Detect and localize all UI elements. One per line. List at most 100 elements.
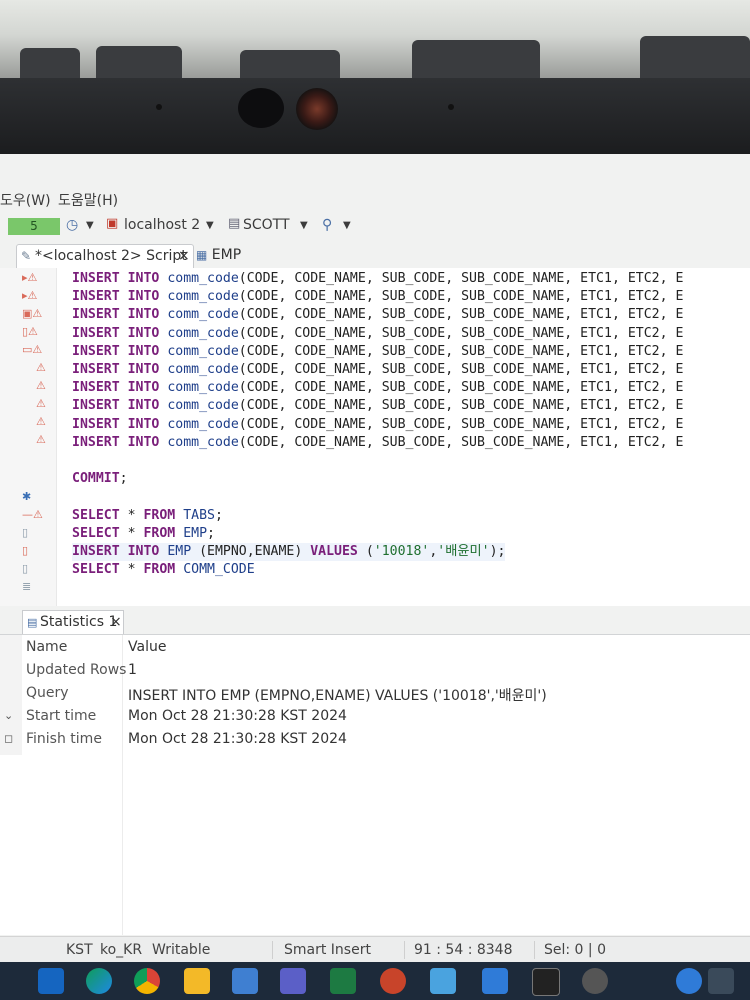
statistics-table: ⌄ ◻ Name Value Updated Rows 1 Query INSE…	[0, 635, 750, 935]
document-icon: ≣	[22, 580, 32, 593]
outlook-icon[interactable]	[38, 968, 64, 994]
code-line: INSERT INTO EMP (EMPNO,ENAME) VALUES ('1…	[72, 543, 506, 561]
dbeaver-icon[interactable]	[582, 968, 608, 994]
background-room	[0, 0, 750, 78]
header-value: Value	[128, 639, 167, 655]
status-locale: ko_KR	[100, 942, 143, 958]
tab-emp[interactable]: ▦ EMP	[196, 247, 241, 263]
code-line: INSERT INTO comm_code(CODE, CODE_NAME, S…	[72, 343, 684, 359]
edge-icon[interactable]	[86, 968, 112, 994]
app-icon[interactable]	[482, 968, 508, 994]
header-name: Name	[26, 639, 68, 655]
menu-window[interactable]: 도우(W)	[0, 190, 51, 210]
editor-tab-bar: ✎ *<localhost 2> Script × ▦ EMP	[0, 244, 750, 269]
teams-icon[interactable]	[280, 968, 306, 994]
warning-icon: ⚠	[36, 379, 46, 392]
terminal-icon[interactable]	[532, 968, 560, 996]
close-icon[interactable]: ×	[110, 614, 122, 630]
row-name: Start time	[26, 708, 97, 724]
status-selection: Sel: 0 | 0	[544, 942, 606, 958]
chevron-down-icon[interactable]: ▼	[206, 220, 214, 231]
status-position: 91 : 54 : 8348	[414, 942, 513, 958]
tab-script-label: *<localhost 2> Script	[35, 248, 187, 264]
sensor-dot	[448, 104, 454, 110]
code-area[interactable]: INSERT INTO comm_code(CODE, CODE_NAME, S…	[72, 268, 750, 606]
warning-icon: ▸⚠	[22, 289, 38, 302]
webcam-lens-icon	[296, 88, 338, 130]
os-taskbar	[0, 962, 750, 1000]
sql-editor[interactable]: ▸⚠ ▸⚠ ▣⚠ ▯⚠ ▭⚠ ⚠ ⚠ ⚠ ⚠ ⚠ ✱ —⚠ ▯ ▯ ▯ ≣ IN…	[0, 268, 750, 711]
code-line: COMMIT;	[72, 471, 128, 487]
row-name: Updated Rows	[26, 662, 127, 678]
chevron-down-icon[interactable]: ▼	[86, 220, 94, 231]
statistics-icon: ▤	[27, 616, 38, 629]
script-icon: ✎	[21, 249, 32, 263]
warning-icon: ⚠	[36, 433, 46, 446]
connection-selector[interactable]: localhost 2	[124, 217, 200, 233]
code-line: SELECT * FROM EMP;	[72, 525, 215, 541]
table-icon: ▦	[196, 248, 208, 262]
document-error-icon: ▯	[22, 544, 29, 557]
row-name: Finish time	[26, 731, 102, 747]
onedrive-icon[interactable]	[676, 968, 702, 994]
row-value: 1	[128, 662, 137, 678]
code-line: INSERT INTO comm_code(CODE, CODE_NAME, S…	[72, 380, 684, 396]
warning-icon: —⚠	[22, 508, 43, 521]
schema-selector[interactable]: SCOTT	[243, 217, 290, 233]
warning-icon: ⚠	[36, 397, 46, 410]
divider	[534, 941, 535, 959]
tab-statistics-label: Statistics 1	[40, 614, 118, 630]
code-line: INSERT INTO comm_code(CODE, CODE_NAME, S…	[72, 289, 684, 305]
chrome-icon[interactable]	[134, 968, 160, 994]
app-icon[interactable]	[232, 968, 258, 994]
chair-shape	[412, 40, 540, 78]
chair-shape	[240, 50, 340, 78]
hwp-icon[interactable]	[430, 968, 456, 994]
powerpoint-icon[interactable]	[380, 968, 406, 994]
status-timezone: KST	[66, 942, 93, 958]
excel-icon[interactable]	[330, 968, 356, 994]
document-icon: ▯	[22, 562, 29, 575]
panel-icon[interactable]: ◻	[4, 732, 13, 745]
status-mode: Writable	[152, 942, 211, 958]
code-line: SELECT * FROM COMM_CODE	[72, 562, 255, 578]
code-line: INSERT INTO comm_code(CODE, CODE_NAME, S…	[72, 434, 684, 450]
warning-icon: ▭⚠	[22, 343, 43, 356]
sensor-dot	[156, 104, 162, 110]
document-icon: ▯	[22, 526, 29, 539]
warning-icon: ▣⚠	[22, 307, 43, 320]
menu-help[interactable]: 도움말(H)	[58, 190, 118, 210]
row-value: Mon Oct 28 21:30:28 KST 2024	[128, 731, 347, 747]
row-value: Mon Oct 28 21:30:28 KST 2024	[128, 708, 347, 724]
gear-icon: ✱	[22, 490, 32, 503]
tab-statistics[interactable]: ▤ Statistics 1 ×	[22, 610, 124, 634]
screen-snip-icon[interactable]	[708, 968, 734, 994]
chevron-down-icon[interactable]: ⌄	[4, 709, 13, 722]
divider	[272, 941, 273, 959]
chair-shape	[96, 46, 182, 78]
webcam-cover-icon	[238, 88, 284, 128]
status-bar: KST ko_KR Writable Smart Insert 91 : 54 …	[0, 936, 750, 962]
chevron-down-icon[interactable]: ▼	[343, 220, 351, 231]
tab-script[interactable]: ✎ *<localhost 2> Script ×	[16, 244, 194, 268]
laptop-bezel	[0, 78, 750, 156]
column-divider	[122, 635, 123, 935]
results-tab-bar: ▤ Statistics 1 ×	[0, 610, 750, 635]
editor-gutter: ▸⚠ ▸⚠ ▣⚠ ▯⚠ ▭⚠ ⚠ ⚠ ⚠ ⚠ ⚠ ✱ —⚠ ▯ ▯ ▯ ≣	[0, 268, 57, 606]
side-toolbar: ⌄ ◻	[0, 635, 22, 755]
search-icon[interactable]: ⚲	[322, 217, 332, 233]
file-explorer-icon[interactable]	[184, 968, 210, 994]
code-line: INSERT INTO comm_code(CODE, CODE_NAME, S…	[72, 271, 684, 286]
chair-shape	[20, 48, 80, 78]
code-line: INSERT INTO comm_code(CODE, CODE_NAME, S…	[72, 398, 684, 414]
database-icon: ▣	[106, 216, 119, 231]
code-line: INSERT INTO comm_code(CODE, CODE_NAME, S…	[72, 362, 684, 377]
history-icon[interactable]: ◷	[66, 217, 78, 233]
chevron-down-icon[interactable]: ▼	[300, 220, 308, 231]
transaction-count-badge[interactable]: 5	[8, 218, 60, 235]
schema-icon: ▤	[228, 216, 241, 231]
row-name: Query	[26, 685, 69, 701]
warning-icon: ⚠	[36, 361, 46, 374]
status-insert-mode: Smart Insert	[284, 942, 371, 958]
close-icon[interactable]: ×	[178, 248, 190, 264]
